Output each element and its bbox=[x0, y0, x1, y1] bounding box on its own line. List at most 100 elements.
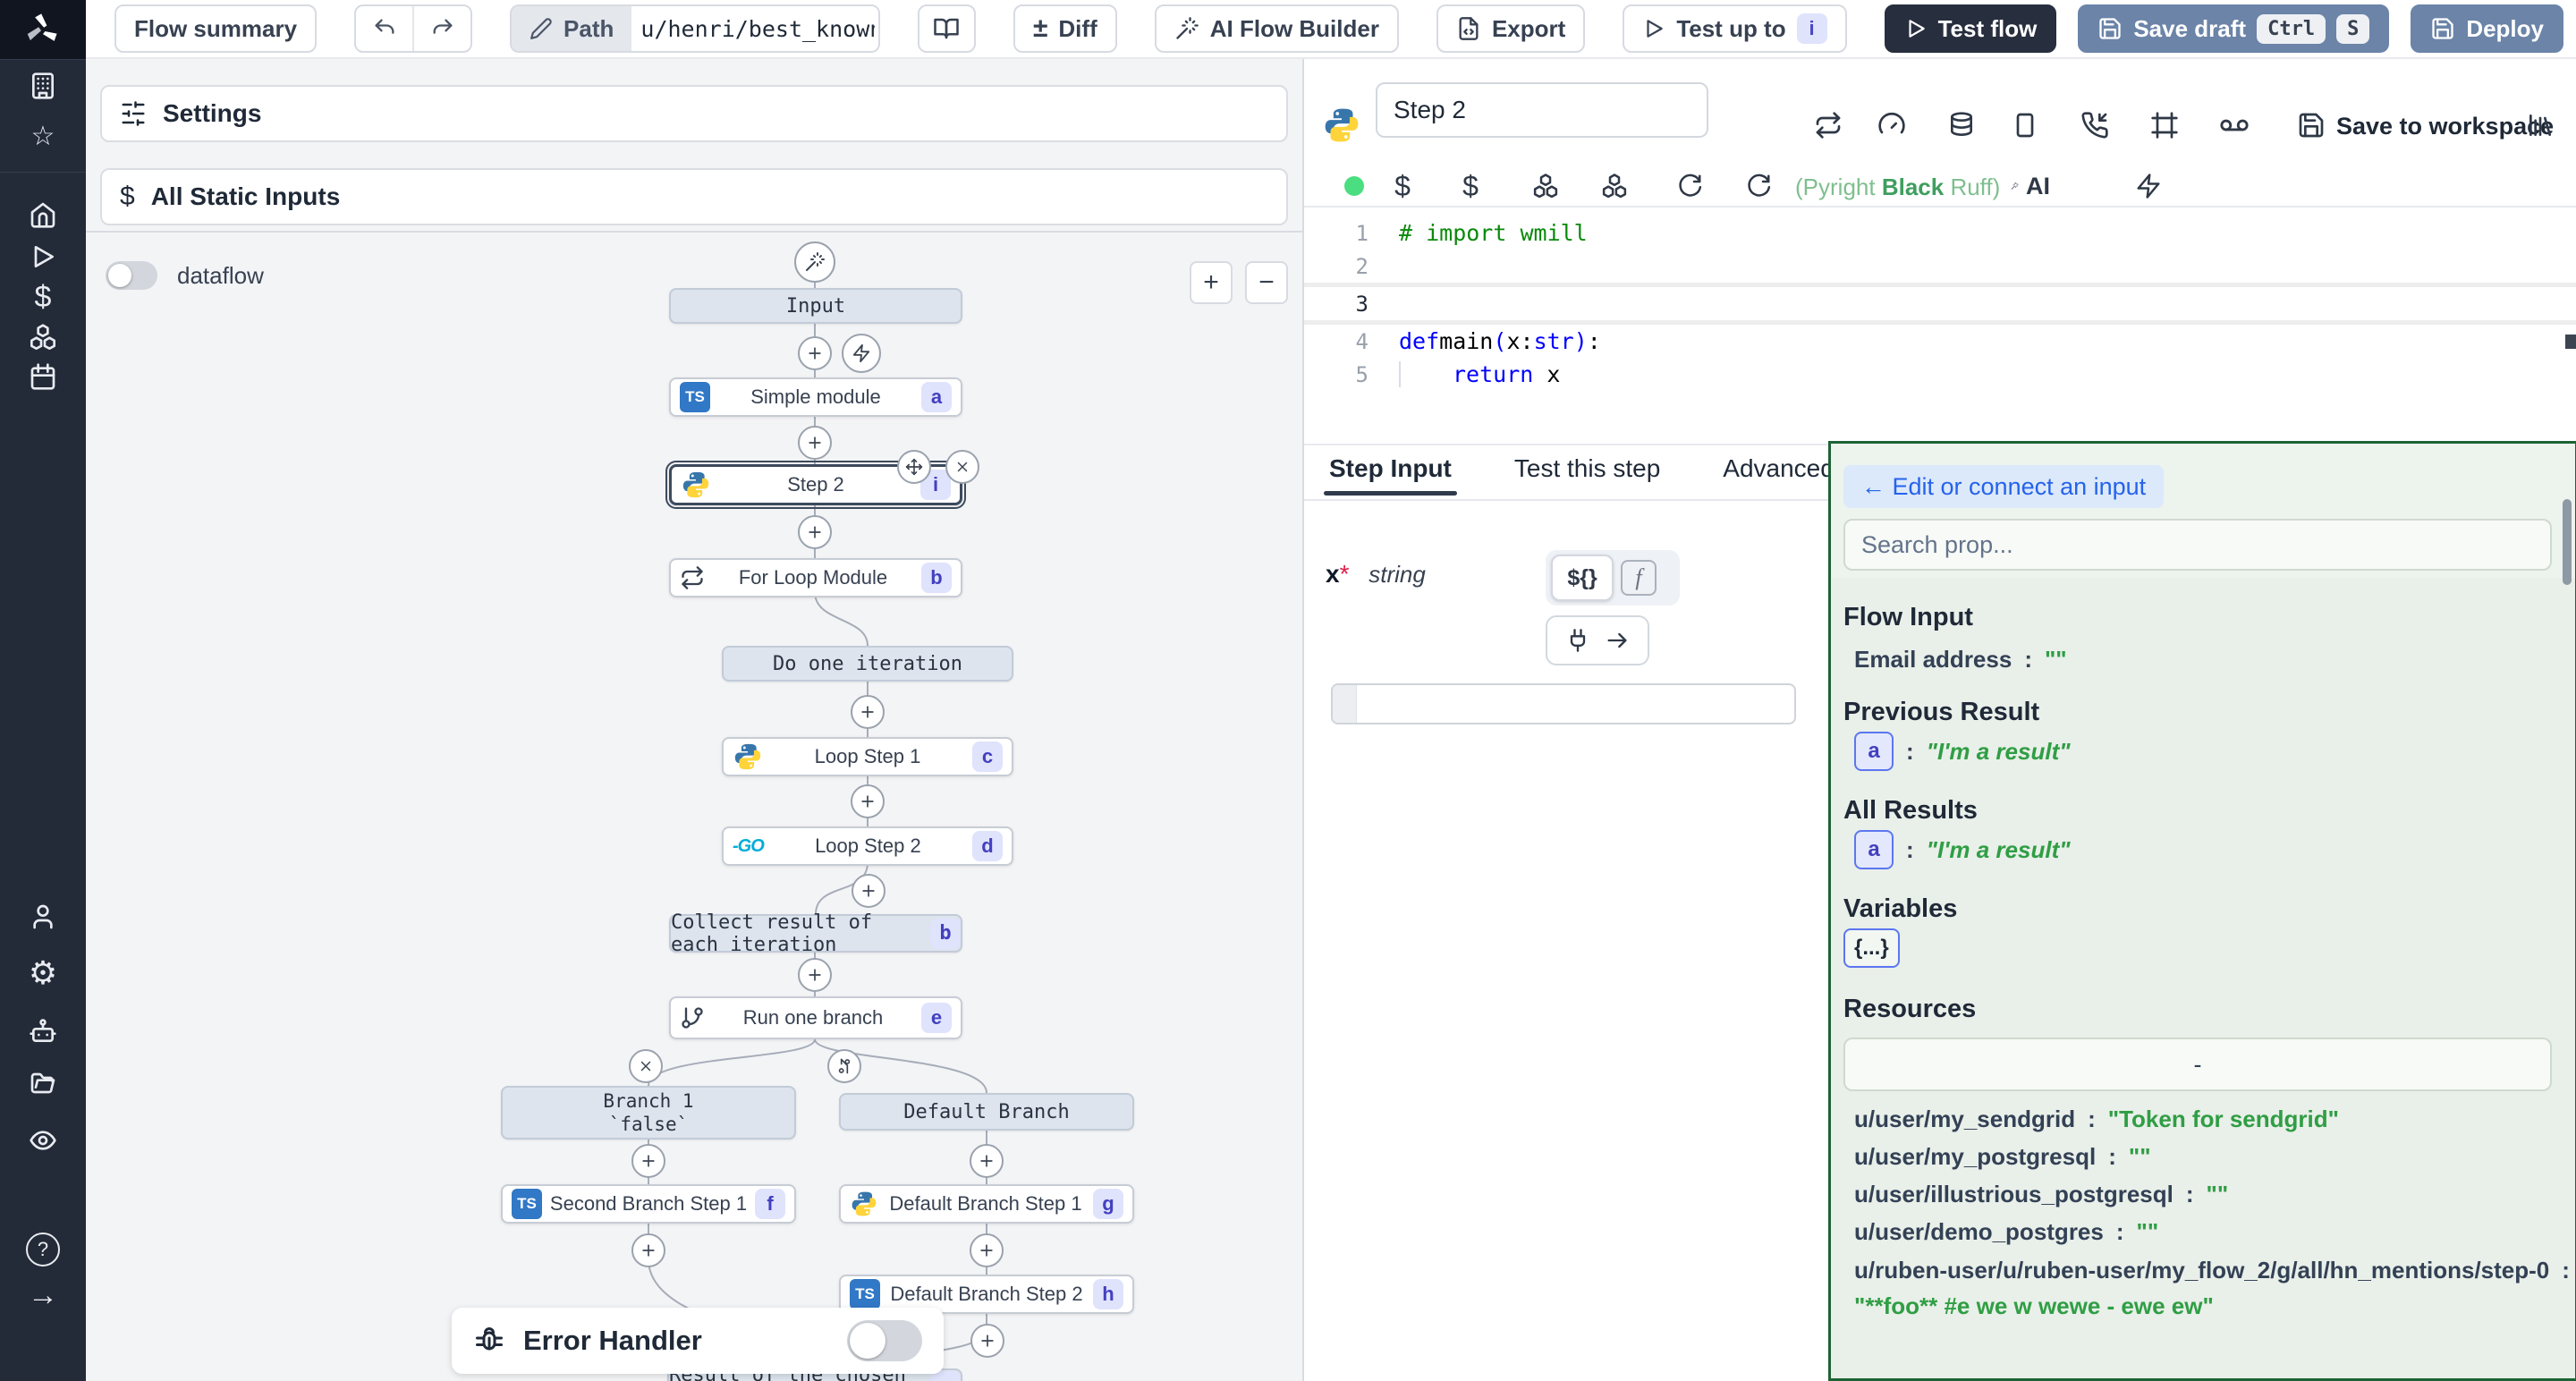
plug-icon[interactable] bbox=[1565, 628, 1590, 653]
home-icon[interactable] bbox=[0, 193, 86, 236]
prop-row[interactable]: a:"I'm a result" bbox=[1854, 830, 2071, 869]
tab-step-input[interactable]: Step Input bbox=[1329, 447, 1452, 494]
add-step-button[interactable] bbox=[798, 958, 832, 992]
book-open-button[interactable] bbox=[918, 4, 976, 53]
flow-node-do-one-iteration[interactable]: Do one iteration bbox=[722, 646, 1013, 682]
flow-summary-button[interactable]: Flow summary bbox=[114, 4, 317, 53]
window-icon[interactable] bbox=[2005, 106, 2045, 145]
prop-row[interactable]: {...} bbox=[1843, 928, 1900, 968]
flow-node-default-branch-step-1[interactable]: Default Branch Step 1 g bbox=[839, 1184, 1134, 1224]
flow-graph[interactable]: dataflow + − Input TS Simple module a St… bbox=[86, 233, 1302, 1381]
redo-button[interactable] bbox=[412, 6, 470, 51]
schedules-calendar-icon[interactable] bbox=[0, 355, 86, 398]
tab-advanced[interactable]: Advanced bbox=[1723, 447, 1835, 494]
flow-settings-card[interactable]: Settings bbox=[100, 85, 1288, 142]
add-step-button[interactable] bbox=[798, 515, 832, 549]
folders-icon[interactable] bbox=[0, 1063, 86, 1106]
audit-eye-icon[interactable] bbox=[0, 1119, 86, 1162]
add-step-button[interactable] bbox=[970, 1144, 1004, 1178]
package-icon[interactable] bbox=[1526, 166, 1565, 206]
help-icon[interactable]: ? bbox=[0, 1228, 86, 1271]
zoom-in-button[interactable]: + bbox=[1190, 261, 1233, 304]
flow-node-forloop[interactable]: For Loop Module b bbox=[669, 558, 962, 597]
flow-node-run-one-branch[interactable]: Run one branch e bbox=[669, 996, 962, 1039]
ai-wand-circle[interactable] bbox=[794, 241, 835, 283]
user-icon[interactable] bbox=[0, 895, 86, 938]
flow-node-branch1[interactable]: Branch 1`false` bbox=[501, 1086, 796, 1140]
refresh-icon[interactable] bbox=[1670, 166, 1709, 206]
flow-node-input[interactable]: Input bbox=[669, 288, 962, 324]
remove-branch-button[interactable] bbox=[629, 1049, 663, 1083]
add-step-button[interactable] bbox=[851, 695, 885, 729]
voicemail-icon[interactable] bbox=[2215, 106, 2254, 145]
diff-button[interactable]: ±Diff bbox=[1013, 4, 1117, 53]
function-mode-button[interactable]: f bbox=[1621, 560, 1657, 596]
template-expr-button[interactable]: ${} bbox=[1551, 555, 1614, 601]
error-handler-toggle[interactable] bbox=[847, 1320, 922, 1361]
path-label[interactable]: Path bbox=[512, 6, 631, 51]
ai-bot-icon[interactable] bbox=[0, 1010, 86, 1053]
favorites-star-icon[interactable]: ☆ bbox=[0, 114, 86, 157]
resource-row[interactable]: u/user/demo_postgres:"" bbox=[1854, 1218, 2158, 1246]
connect-scrollbar[interactable] bbox=[2563, 499, 2572, 585]
tab-test-this-step[interactable]: Test this step bbox=[1514, 447, 1660, 494]
save-draft-button[interactable]: Save draftCtrlS bbox=[2078, 4, 2389, 53]
step-title-input[interactable] bbox=[1376, 82, 1708, 138]
add-step-button[interactable] bbox=[631, 1233, 665, 1267]
path-input[interactable] bbox=[631, 6, 880, 51]
ai-flow-builder-button[interactable]: AI Flow Builder bbox=[1155, 4, 1399, 53]
repeat-icon[interactable] bbox=[1809, 106, 1848, 145]
runs-play-icon[interactable] bbox=[0, 235, 86, 278]
workspace-icon[interactable] bbox=[0, 64, 86, 107]
edit-or-connect-back-button[interactable]: ← Edit or connect an input bbox=[1843, 465, 2164, 508]
flow-node-loop-step-1[interactable]: Loop Step 1 c bbox=[722, 737, 1013, 776]
ai-wand-icon[interactable]: AI bbox=[2011, 166, 2050, 206]
flow-node-second-branch-step-1[interactable]: TS Second Branch Step 1 f bbox=[501, 1184, 796, 1224]
dataflow-toggle[interactable] bbox=[106, 261, 157, 290]
add-step-button[interactable] bbox=[798, 336, 832, 370]
windmill-logo[interactable] bbox=[0, 0, 86, 59]
code-editor[interactable]: 1# import wmill 2 3 4def main(x: str): 5… bbox=[1304, 206, 2576, 445]
add-step-button[interactable] bbox=[852, 874, 886, 908]
resource-row[interactable]: u/user/my_postgresql:"" bbox=[1854, 1143, 2151, 1171]
zap-icon[interactable] bbox=[2129, 166, 2168, 206]
variables-badge[interactable]: {...} bbox=[1843, 928, 1900, 968]
arg-value-input[interactable] bbox=[1331, 683, 1796, 724]
resource-select[interactable]: - bbox=[1843, 1038, 2552, 1091]
database-icon[interactable] bbox=[1942, 106, 1981, 145]
prop-row[interactable]: Email address:"" bbox=[1854, 646, 2067, 674]
gauge-icon[interactable] bbox=[1872, 106, 1911, 145]
connect-prop-list[interactable]: Flow Input Email address:"" Previous Res… bbox=[1831, 578, 2575, 1381]
all-static-inputs-card[interactable]: $All Static Inputs bbox=[100, 168, 1288, 225]
add-step-button[interactable] bbox=[798, 426, 832, 460]
deploy-button[interactable]: Deploy bbox=[2411, 4, 2563, 53]
add-step-button[interactable] bbox=[631, 1144, 665, 1178]
trigger-zap-circle[interactable] bbox=[842, 334, 881, 373]
result-badge[interactable]: a bbox=[1854, 830, 1894, 869]
add-step-button[interactable] bbox=[970, 1324, 1004, 1358]
dollar-icon[interactable]: $ bbox=[1383, 166, 1422, 206]
export-button[interactable]: Export bbox=[1436, 4, 1585, 53]
move-step-button[interactable] bbox=[897, 450, 931, 484]
save-icon[interactable] bbox=[2292, 106, 2331, 145]
test-flow-button[interactable]: Test flow bbox=[1885, 4, 2057, 53]
resource-row[interactable]: u/user/my_sendgrid:"Token for sendgrid" bbox=[1854, 1106, 2339, 1133]
frame-icon[interactable] bbox=[2145, 106, 2184, 145]
prop-row[interactable]: a:"I'm a result" bbox=[1854, 732, 2071, 771]
zoom-out-button[interactable]: − bbox=[1245, 261, 1288, 304]
flow-node-simple-module[interactable]: TS Simple module a bbox=[669, 377, 962, 417]
resource-row[interactable]: u/ruben-user/u/ruben-user/my_flow_2/g/al… bbox=[1854, 1257, 2576, 1284]
delete-step-button[interactable] bbox=[945, 450, 979, 484]
search-prop-input[interactable] bbox=[1843, 519, 2552, 571]
flow-node-loop-step-2[interactable]: -GO Loop Step 2 d bbox=[722, 826, 1013, 866]
expand-arrow-icon[interactable]: → bbox=[0, 1274, 86, 1317]
settings-gear-icon[interactable]: ⚙ bbox=[0, 952, 86, 995]
undo-button[interactable] bbox=[356, 6, 412, 51]
library-icon[interactable] bbox=[2521, 106, 2560, 145]
phone-incoming-icon[interactable] bbox=[2075, 106, 2114, 145]
refresh-icon[interactable] bbox=[1739, 166, 1778, 206]
test-up-to-button[interactable]: Test up toi bbox=[1623, 4, 1846, 53]
resources-cubes-icon[interactable] bbox=[0, 316, 86, 359]
result-badge[interactable]: a bbox=[1854, 732, 1894, 771]
resource-row-value[interactable]: "**foo** #e we w wewe - ewe ew" bbox=[1854, 1292, 2214, 1320]
